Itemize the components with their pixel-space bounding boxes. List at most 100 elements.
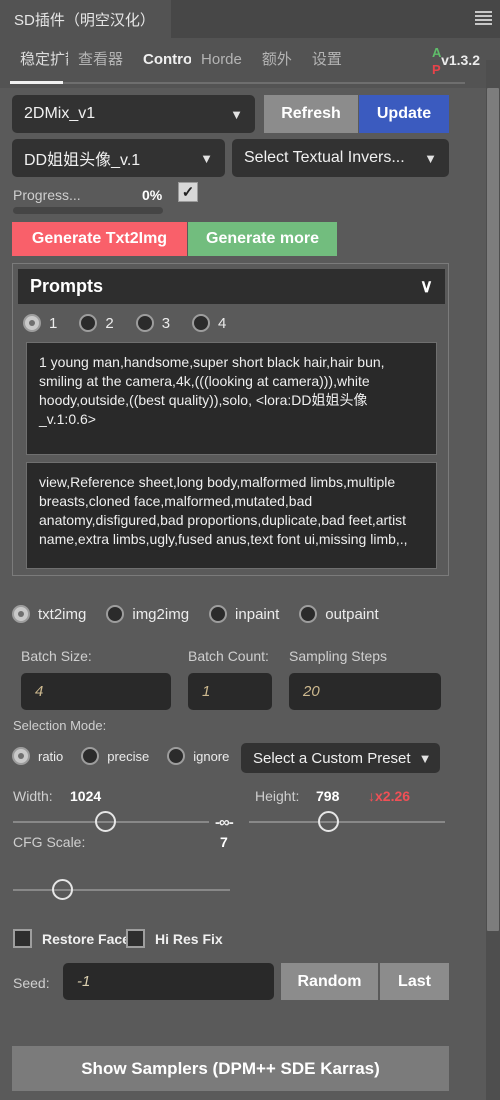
- mode-txt2img-label: txt2img: [38, 605, 87, 623]
- selection-mode-label: Selection Mode:: [13, 718, 107, 733]
- title-bar: SD插件（明空汉化）: [0, 0, 500, 38]
- lora-value: DD姐姐头像_v.1: [24, 152, 141, 169]
- sampling-steps-label: Sampling Steps: [289, 648, 388, 664]
- mode-img2img-label: img2img: [132, 605, 190, 623]
- selection-ignore-radio[interactable]: [167, 747, 186, 765]
- prompt-slot-radios: 1 2 3 4: [23, 314, 226, 332]
- vertical-scrollbar-thumb[interactable]: [487, 88, 499, 931]
- prompt-slot-4-radio[interactable]: [192, 314, 211, 332]
- nav-tabs: 稳定扩散 查看器 ControlNet Horde 额外 设置: [10, 38, 410, 82]
- selection-ratio-radio[interactable]: [12, 747, 30, 765]
- window-title: SD插件（明空汉化）: [14, 11, 155, 29]
- selection-precise-label: precise: [107, 748, 150, 764]
- chain-link-icon[interactable]: -∞-: [215, 814, 234, 831]
- textual-inversion-value: Select Textual Invers...: [244, 149, 405, 166]
- prompt-slot-2-radio[interactable]: [79, 314, 98, 332]
- textual-inversion-dropdown[interactable]: Select Textual Invers... ▼: [232, 139, 449, 177]
- last-seed-button[interactable]: Last: [380, 963, 449, 1000]
- chevron-down-icon: ∨: [419, 276, 433, 296]
- progress-label: Progress...: [13, 187, 81, 203]
- random-seed-button[interactable]: Random: [281, 963, 378, 1000]
- chevron-down-icon: ▼: [424, 150, 437, 166]
- selection-mode-radios: ratio precise ignore: [12, 747, 229, 765]
- prompt-slot-2-label: 2: [105, 314, 114, 332]
- refresh-button[interactable]: Refresh: [264, 95, 358, 133]
- generate-more-button[interactable]: Generate more: [188, 222, 337, 256]
- batch-count-label: Batch Count:: [188, 648, 269, 664]
- batch-size-input[interactable]: 4: [21, 673, 171, 710]
- update-button[interactable]: Update: [359, 95, 449, 133]
- window-tab[interactable]: SD插件（明空汉化）: [0, 0, 171, 38]
- mode-outpaint-label: outpaint: [325, 605, 379, 623]
- hires-fix-label: Hi Res Fix: [155, 931, 223, 947]
- height-slider-knob[interactable]: [318, 811, 339, 832]
- tab-viewer[interactable]: 查看器: [68, 38, 133, 82]
- selection-ratio-label: ratio: [38, 748, 64, 764]
- live-preview-checkbox[interactable]: ✓: [178, 182, 198, 202]
- tab-stable-diffusion[interactable]: 稳定扩散: [10, 38, 68, 82]
- restore-faces-checkbox[interactable]: [13, 929, 32, 948]
- chevron-down-icon: ▼: [418, 750, 432, 766]
- cfg-scale-value: 7: [220, 834, 228, 850]
- generate-txt2img-label: Generate Txt2Img: [31, 230, 168, 247]
- nav-bar: 稳定扩散 查看器 ControlNet Horde 额外 设置 A P v1.3…: [0, 38, 500, 104]
- sampling-steps-input[interactable]: 20: [289, 673, 441, 710]
- mode-outpaint-radio[interactable]: [299, 605, 318, 623]
- generation-mode-radios: txt2img img2img inpaint outpaint: [12, 605, 379, 623]
- generate-txt2img-button[interactable]: Generate Txt2Img: [12, 222, 187, 256]
- negative-prompt-textarea[interactable]: view,Reference sheet,long body,malformed…: [26, 462, 437, 569]
- version-label: v1.3.2: [441, 52, 480, 68]
- cfg-scale-label: CFG Scale:: [13, 834, 86, 850]
- prompt-slot-3-label: 3: [161, 314, 171, 332]
- refresh-label: Refresh: [281, 105, 341, 122]
- mode-inpaint-label: inpaint: [235, 605, 280, 623]
- prompt-slot-3-radio[interactable]: [135, 314, 154, 332]
- lora-dropdown[interactable]: DD姐姐头像_v.1 ▼: [12, 139, 225, 177]
- show-samplers-label: Show Samplers (DPM++ SDE Karras): [81, 1058, 380, 1078]
- nav-active-indicator: [10, 81, 63, 84]
- checkpoint-dropdown[interactable]: 2DMix_v1 ▼: [12, 95, 255, 133]
- tab-extra[interactable]: 额外: [252, 38, 302, 82]
- selection-precise-radio[interactable]: [81, 747, 100, 765]
- seed-input[interactable]: -1: [63, 963, 274, 1000]
- tab-controlnet[interactable]: ControlNet: [133, 38, 191, 82]
- prompts-title: Prompts: [30, 276, 104, 296]
- chevron-down-icon: ▼: [200, 150, 213, 166]
- tab-settings[interactable]: 设置: [302, 38, 352, 82]
- chevron-down-icon: ▼: [230, 106, 243, 122]
- tab-horde[interactable]: Horde: [191, 38, 252, 82]
- custom-preset-value: Select a Custom Preset: [253, 749, 411, 767]
- mode-txt2img-radio[interactable]: [12, 605, 30, 623]
- checkpoint-value: 2DMix_v1: [24, 105, 96, 122]
- progress-percent: 0%: [142, 187, 163, 203]
- custom-preset-dropdown[interactable]: Select a Custom Preset ▼: [241, 743, 440, 773]
- hires-fix-checkbox[interactable]: [126, 929, 145, 948]
- restore-faces-label: Restore Faces: [42, 931, 138, 947]
- width-slider-knob[interactable]: [95, 811, 116, 832]
- progress-bar: [13, 207, 163, 214]
- cfg-slider-track[interactable]: [13, 889, 230, 891]
- positive-prompt-textarea[interactable]: 1 young man,handsome,super short black h…: [26, 342, 437, 455]
- cfg-slider-knob[interactable]: [52, 879, 73, 900]
- last-seed-label: Last: [398, 972, 431, 990]
- prompt-slot-4-label: 4: [218, 314, 227, 332]
- prompts-header[interactable]: Prompts ∨: [18, 269, 445, 304]
- ratio-warning-badge: ↓x2.26: [368, 788, 411, 804]
- random-seed-label: Random: [297, 972, 362, 990]
- batch-size-label: Batch Size:: [21, 648, 92, 664]
- prompt-slot-1-radio[interactable]: [23, 314, 41, 332]
- batch-count-input[interactable]: 1: [188, 673, 272, 710]
- prompts-group: Prompts ∨ 1 2 3 4 1 young man,handsome,s…: [12, 263, 449, 576]
- mode-img2img-radio[interactable]: [106, 605, 125, 623]
- height-label: Height:: [255, 788, 300, 804]
- generate-more-label: Generate more: [206, 230, 319, 247]
- height-slider-track[interactable]: [249, 821, 445, 823]
- hamburger-icon[interactable]: [475, 11, 492, 25]
- update-label: Update: [376, 105, 432, 122]
- nav-underline: [10, 82, 465, 84]
- selection-ignore-label: ignore: [193, 748, 230, 764]
- width-value: 1024: [70, 788, 102, 804]
- mode-inpaint-radio[interactable]: [209, 605, 228, 623]
- sd-plugin-panel: SD插件（明空汉化） 稳定扩散 查看器 ControlNet Horde 额外 …: [0, 0, 500, 1100]
- show-samplers-button[interactable]: Show Samplers (DPM++ SDE Karras): [12, 1046, 449, 1091]
